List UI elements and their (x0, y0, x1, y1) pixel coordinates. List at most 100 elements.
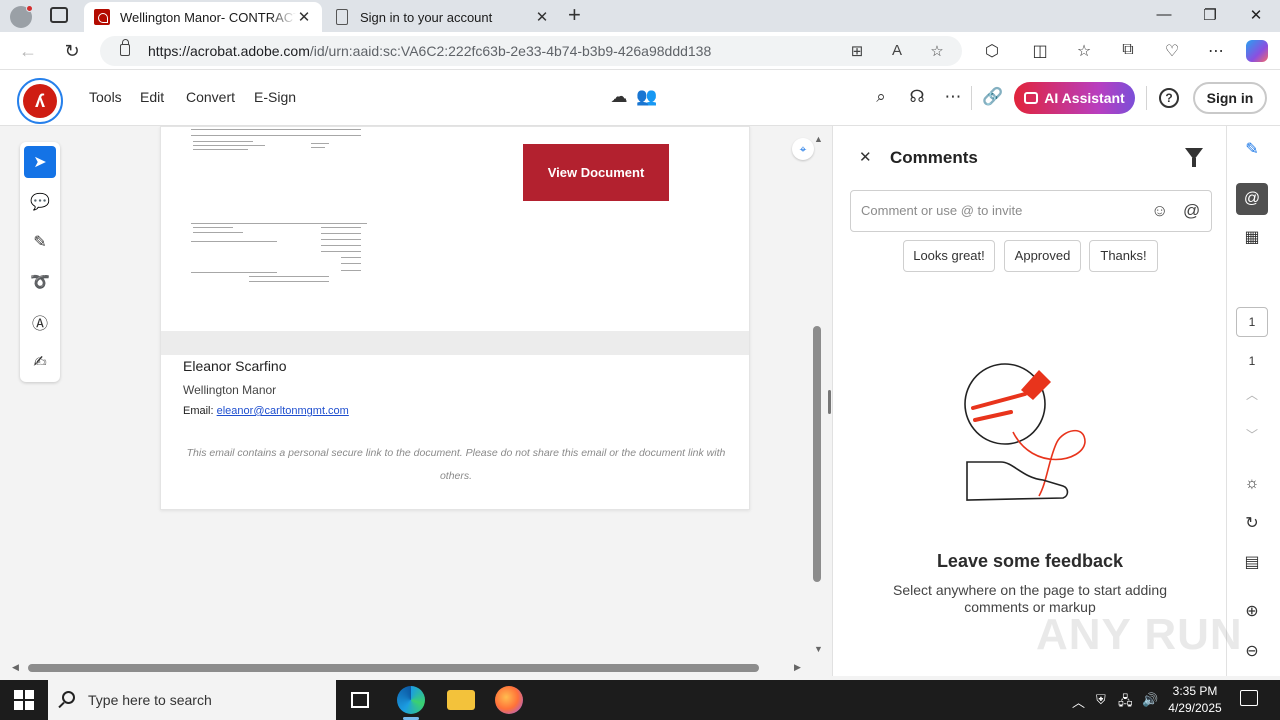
highlight-pen-icon[interactable]: ✎ (24, 226, 56, 258)
taskbar-search-placeholder: Type here to search (88, 692, 212, 708)
sign-icon[interactable]: ✍ (24, 346, 56, 378)
view-document-button[interactable]: View Document (523, 144, 669, 201)
extensions-icon[interactable]: ⬡ (982, 41, 1002, 61)
lock-icon[interactable] (120, 39, 130, 56)
add-text-icon[interactable]: Ⓐ (24, 306, 56, 338)
address-bar[interactable]: https://acrobat.adobe.com/id/urn:aaid:sc… (100, 36, 962, 66)
system-clock[interactable]: 3:35 PM 4/29/2025 (1160, 683, 1230, 717)
add-comment-icon[interactable]: 💬 (24, 186, 56, 218)
scan-line (191, 272, 277, 273)
document-viewer[interactable]: View Document Eleanor Scarfino Wellingto… (70, 126, 826, 660)
sender-email-link[interactable]: eleanor@carltonmgmt.com (217, 405, 349, 417)
firefox-icon[interactable] (495, 686, 523, 714)
read-aloud-icon[interactable]: A (888, 42, 906, 59)
menu-tools[interactable]: Tools (89, 89, 122, 105)
thumbnails-grid-icon[interactable]: ▦ (1240, 226, 1264, 250)
filter-icon[interactable] (1185, 148, 1203, 167)
current-page-input[interactable]: 1 (1236, 307, 1268, 337)
file-explorer-icon[interactable] (447, 690, 475, 710)
select-tool-icon[interactable]: ➤ (24, 146, 56, 178)
minimize-icon[interactable]: — (1154, 6, 1174, 23)
new-tab-icon[interactable]: + (568, 4, 581, 26)
favorites-icon[interactable]: ☆ (1074, 41, 1094, 61)
mention-icon[interactable]: @ (1183, 201, 1200, 221)
rotate-icon[interactable]: ↻ (1240, 512, 1264, 536)
back-icon[interactable]: ← (17, 40, 39, 62)
vertical-scrollbar[interactable] (813, 326, 821, 582)
ai-assistant-button[interactable]: AI Assistant (1014, 82, 1135, 114)
scan-line (193, 141, 253, 142)
windows-start-icon[interactable] (14, 690, 34, 710)
app-available-icon[interactable]: ⊞ (848, 42, 866, 60)
divider (971, 86, 972, 110)
empty-state-title: Leave some feedback (936, 551, 1124, 571)
url-text[interactable]: https://acrobat.adobe.com/id/urn:aaid:sc… (148, 43, 711, 59)
emoji-icon[interactable]: ☺ (1151, 201, 1168, 221)
sender-name: Eleanor Scarfino (183, 358, 287, 374)
quick-reply-thanks[interactable]: Thanks! (1089, 240, 1158, 272)
settings-more-icon[interactable]: ⋯ (1206, 41, 1226, 61)
restore-icon[interactable]: ❐ (1200, 6, 1220, 24)
draw-freehand-icon[interactable]: ➰ (24, 266, 56, 298)
scan-line (321, 227, 361, 228)
comment-input[interactable]: Comment or use @ to invite ☺ @ (850, 190, 1212, 232)
cloud-icon[interactable]: ☁ (608, 86, 630, 108)
document-ai-icon[interactable]: ✎ (1240, 138, 1264, 162)
zoom-out-icon[interactable]: ⊖ (1240, 640, 1264, 664)
show-hidden-icons-icon[interactable]: ︿ (1072, 692, 1085, 711)
scan-page-icon[interactable]: ⌖ (792, 138, 814, 160)
scan-line (193, 227, 233, 228)
close-comments-icon[interactable]: ✕ (859, 148, 872, 166)
page-fit-icon[interactable]: ▤ (1240, 551, 1264, 575)
windows-taskbar: Type here to search ︿ ⛨ 🖧 🔊 3:35 PM 4/29… (0, 680, 1280, 720)
split-screen-icon[interactable]: ◫ (1030, 41, 1050, 61)
theme-toggle-icon[interactable]: ☼ (1240, 472, 1264, 496)
panel-resize-handle[interactable] (828, 390, 831, 414)
next-page-icon[interactable]: ﹀ (1240, 426, 1264, 443)
comments-panel-icon[interactable]: @ (1236, 183, 1268, 215)
menu-esign[interactable]: E-Sign (254, 89, 296, 105)
zoom-in-icon[interactable]: ⊕ (1240, 600, 1264, 624)
horizontal-scrollbar[interactable] (28, 664, 759, 672)
scroll-down-arrow-icon[interactable]: ▼ (814, 644, 823, 654)
edge-browser-icon[interactable] (397, 686, 425, 720)
volume-icon[interactable]: 🔊 (1142, 692, 1158, 708)
search-icon[interactable]: ⌕ (870, 86, 892, 108)
menu-convert[interactable]: Convert (186, 89, 235, 105)
scroll-right-arrow-icon[interactable]: ▶ (794, 662, 801, 673)
refresh-icon[interactable]: ↻ (61, 40, 83, 62)
clock-date: 4/29/2025 (1168, 701, 1222, 715)
collections-icon[interactable]: ⧉ (1118, 41, 1138, 59)
copilot-icon[interactable] (1246, 40, 1268, 62)
task-view-icon[interactable] (351, 692, 369, 708)
sign-in-button[interactable]: Sign in (1193, 82, 1267, 114)
notifications-icon[interactable] (1240, 690, 1258, 706)
profile-icon[interactable] (10, 5, 33, 28)
security-tray-icon[interactable]: ⛨ (1096, 692, 1106, 708)
menu-edit[interactable]: Edit (140, 89, 164, 105)
ai-assistant-icon (1024, 92, 1039, 104)
read-aloud-headphones-icon[interactable]: ☊ (906, 86, 928, 108)
favorite-star-icon[interactable]: ☆ (928, 42, 946, 60)
network-icon[interactable]: 🖧 (1118, 692, 1133, 714)
tab-actions-icon[interactable] (50, 7, 68, 23)
scroll-up-arrow-icon[interactable]: ▲ (814, 134, 823, 144)
close-tab-icon[interactable]: ✕ (534, 8, 550, 26)
more-options-icon[interactable]: ⋯ (942, 86, 964, 108)
copy-link-icon[interactable]: 🔗 (982, 86, 1004, 108)
previous-page-icon[interactable]: ︿ (1240, 386, 1264, 403)
pdf-page[interactable]: View Document Eleanor Scarfino Wellingto… (160, 126, 750, 510)
close-tab-icon[interactable]: ✕ (296, 8, 312, 26)
scroll-left-arrow-icon[interactable]: ◀ (12, 662, 19, 673)
quick-reply-looks-great[interactable]: Looks great! (903, 240, 995, 272)
help-icon[interactable]: ? (1159, 88, 1179, 108)
taskbar-search[interactable]: Type here to search (48, 680, 336, 720)
acrobat-logo[interactable]: ʎ (17, 78, 63, 124)
share-people-icon[interactable]: 👥 (636, 86, 658, 108)
close-window-icon[interactable]: ✕ (1246, 6, 1266, 24)
tab-sign-in[interactable]: Sign in to your account ✕ (324, 2, 560, 32)
browser-essentials-icon[interactable]: ♡ (1162, 41, 1182, 61)
tab-wellington-manor[interactable]: Wellington Manor- CONTRACT F ✕ (84, 2, 322, 32)
search-icon (62, 691, 75, 704)
quick-reply-approved[interactable]: Approved (1004, 240, 1081, 272)
